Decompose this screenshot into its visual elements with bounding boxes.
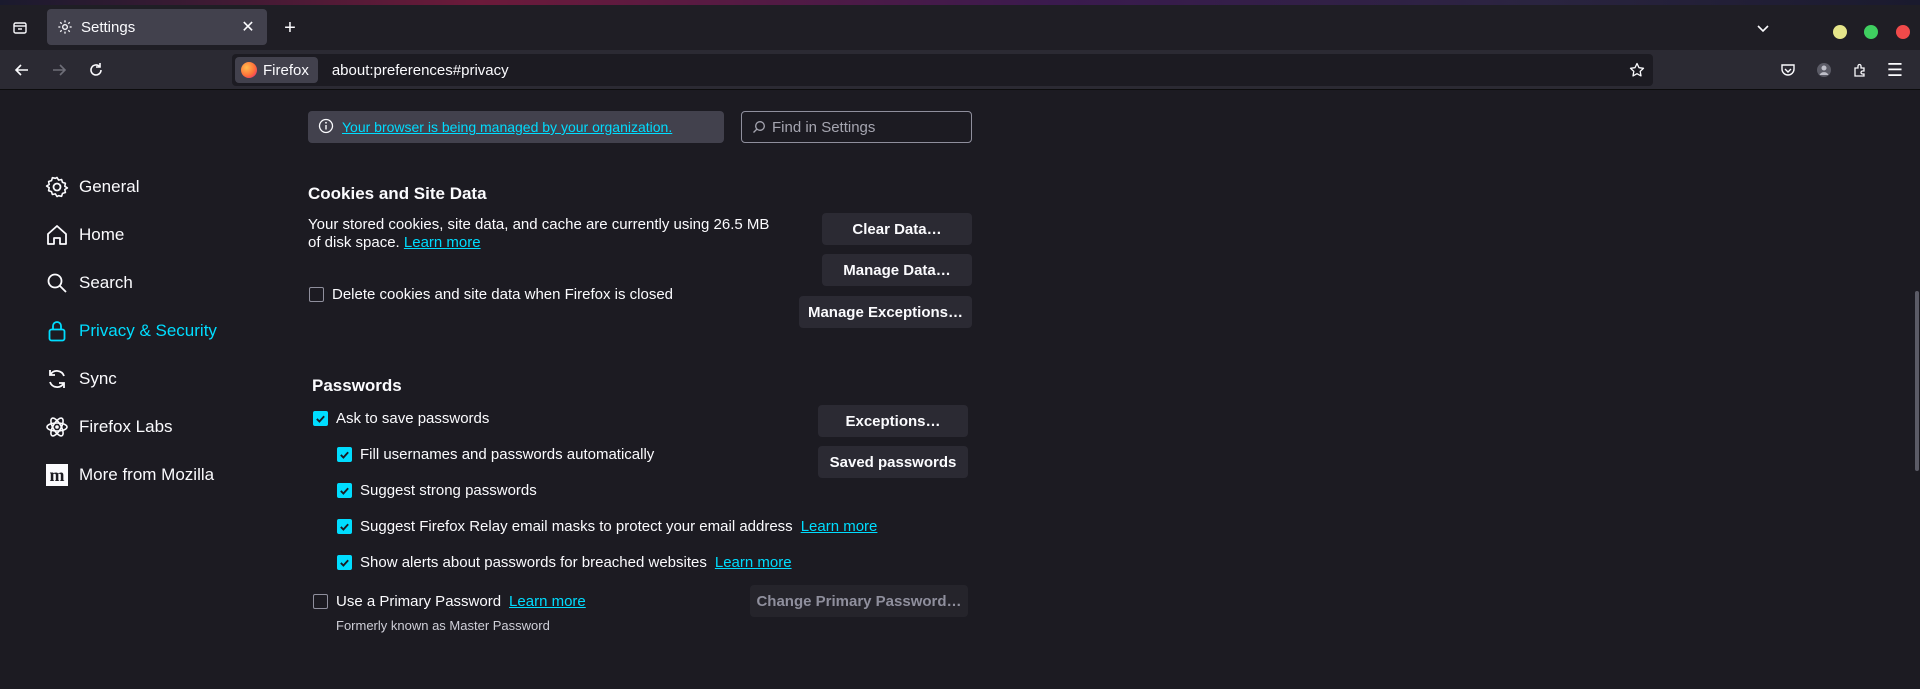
new-tab-icon[interactable]: + — [280, 17, 300, 39]
menu-icon[interactable]: ☰ — [1885, 60, 1905, 80]
search-icon — [44, 270, 70, 296]
sidebar-item-label: Privacy & Security — [79, 321, 217, 340]
fill-auto-checkbox[interactable] — [337, 447, 352, 462]
delete-cookies-label: Delete cookies and site data when Firefo… — [332, 285, 674, 303]
close-icon[interactable]: ✕ — [239, 18, 257, 36]
tab-settings[interactable]: Settings ✕ — [47, 9, 267, 45]
primary-password-label: Use a Primary Password — [336, 592, 502, 610]
breach-alerts-label: Show alerts about passwords for breached… — [360, 553, 707, 571]
managed-link[interactable]: Your browser is being managed by your or… — [342, 119, 672, 135]
ask-save-passwords-label: Ask to save passwords — [336, 409, 490, 427]
gear-icon — [57, 19, 73, 35]
exceptions-button[interactable]: Exceptions… — [818, 405, 968, 437]
chevron-down-icon[interactable] — [1753, 18, 1773, 38]
preferences-content: General Home Search Privacy & Security S… — [0, 91, 1920, 689]
reload-icon[interactable] — [86, 60, 106, 80]
saved-passwords-button[interactable]: Saved passwords — [818, 446, 968, 478]
search-icon — [752, 120, 766, 134]
managed-banner: Your browser is being managed by your or… — [308, 111, 724, 143]
extensions-icon[interactable] — [1850, 60, 1870, 80]
mozilla-icon: m — [44, 462, 70, 488]
relay-checkbox[interactable] — [337, 519, 352, 534]
info-icon — [318, 118, 334, 137]
maximize-button[interactable] — [1864, 25, 1878, 39]
search-placeholder: Find in Settings — [772, 118, 876, 136]
home-icon — [44, 222, 70, 248]
close-window-button[interactable] — [1896, 25, 1910, 39]
ask-save-passwords-checkbox[interactable] — [313, 411, 328, 426]
navigation-toolbar: Firefox about:preferences#privacy ☰ — [0, 50, 1920, 90]
cookies-description: Your stored cookies, site data, and cach… — [308, 216, 769, 252]
breach-alerts-row: Show alerts about passwords for breached… — [360, 552, 792, 572]
url-text[interactable]: about:preferences#privacy — [332, 62, 509, 79]
sidebar-item-more-from-mozilla[interactable]: m More from Mozilla — [44, 460, 214, 490]
bookmark-star-icon[interactable] — [1627, 60, 1647, 80]
lock-icon — [44, 318, 70, 344]
manage-exceptions-button[interactable]: Manage Exceptions… — [799, 296, 972, 328]
search-input[interactable]: Find in Settings — [741, 111, 972, 143]
sidebar-item-sync[interactable]: Sync — [44, 364, 117, 394]
tab-title: Settings — [81, 18, 136, 36]
change-primary-password-button[interactable]: Change Primary Password… — [750, 585, 968, 617]
breach-alerts-checkbox[interactable] — [337, 555, 352, 570]
firefox-view-icon[interactable] — [10, 18, 30, 38]
relay-row: Suggest Firefox Relay email masks to pro… — [360, 516, 877, 536]
sidebar-item-label: Sync — [79, 369, 117, 388]
fill-auto-label: Fill usernames and passwords automatical… — [360, 445, 655, 463]
identity-box[interactable]: Firefox — [235, 57, 318, 83]
clear-data-button[interactable]: Clear Data… — [822, 213, 972, 245]
sidebar-item-home[interactable]: Home — [44, 220, 124, 250]
sidebar-item-general[interactable]: General — [44, 172, 139, 202]
sidebar-item-search[interactable]: Search — [44, 268, 133, 298]
sidebar-item-label: General — [79, 177, 140, 196]
cookies-learn-more-link[interactable]: Learn more — [404, 234, 481, 251]
account-icon[interactable] — [1814, 60, 1834, 80]
forward-icon[interactable] — [49, 60, 69, 80]
sidebar-item-firefox-labs[interactable]: Firefox Labs — [44, 412, 173, 442]
sync-icon — [44, 366, 70, 392]
passwords-heading: Passwords — [312, 376, 402, 395]
cookies-heading: Cookies and Site Data — [308, 184, 487, 203]
relay-label: Suggest Firefox Relay email masks to pro… — [360, 517, 793, 535]
sidebar-item-label: Firefox Labs — [79, 417, 173, 436]
suggest-strong-label: Suggest strong passwords — [360, 481, 537, 499]
pocket-icon[interactable] — [1778, 60, 1798, 80]
scrollbar[interactable] — [1915, 291, 1919, 471]
primary-learn-more-link[interactable]: Learn more — [509, 593, 586, 610]
sidebar-item-privacy-security[interactable]: Privacy & Security — [44, 316, 217, 346]
svg-text:m: m — [50, 465, 65, 485]
cookies-desc-line1: Your stored cookies, site data, and cach… — [308, 216, 770, 233]
gear-icon — [44, 174, 70, 200]
suggest-strong-checkbox[interactable] — [337, 483, 352, 498]
sidebar-item-label: Home — [79, 225, 125, 244]
firefox-logo-icon — [241, 62, 257, 78]
primary-password-checkbox[interactable] — [313, 594, 328, 609]
identity-label: Firefox — [263, 61, 309, 79]
breach-learn-more-link[interactable]: Learn more — [715, 554, 792, 571]
sidebar-item-label: More from Mozilla — [79, 465, 215, 484]
labs-icon — [44, 414, 70, 440]
sidebar-item-label: Search — [79, 273, 133, 292]
minimize-button[interactable] — [1833, 25, 1847, 39]
cookies-desc-line2: of disk space. — [308, 234, 400, 251]
delete-cookies-checkbox[interactable] — [309, 287, 324, 302]
primary-password-note: Formerly known as Master Password — [336, 618, 550, 633]
tab-bar: Settings ✕ + — [0, 5, 1920, 50]
manage-data-button[interactable]: Manage Data… — [822, 254, 972, 286]
back-icon[interactable] — [12, 60, 32, 80]
relay-learn-more-link[interactable]: Learn more — [801, 518, 878, 535]
primary-password-row: Use a Primary Password Learn more — [336, 591, 586, 611]
url-bar[interactable]: Firefox about:preferences#privacy — [232, 54, 1653, 86]
